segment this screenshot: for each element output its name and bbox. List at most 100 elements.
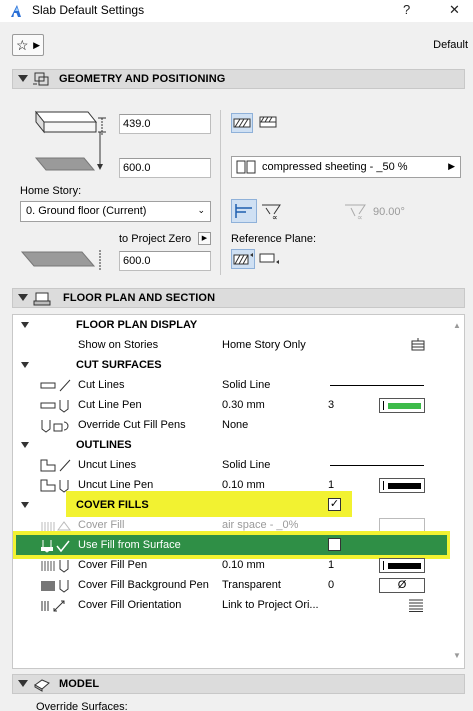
line-type-preview — [330, 385, 424, 386]
close-button[interactable]: ✕ — [449, 2, 460, 18]
to-project-zero-label: to Project Zero — [119, 233, 192, 245]
section-floorplan-header[interactable]: FLOOR PLAN AND SECTION — [12, 288, 465, 308]
edge-angled-icon[interactable]: ∝ — [260, 200, 284, 222]
row-value[interactable]: Solid Line — [222, 379, 270, 391]
slab-offset-input[interactable]: 600.0 — [119, 158, 211, 178]
tree-scrollbar[interactable]: ▲ ▼ — [450, 315, 464, 668]
collapse-triangle-icon — [21, 322, 29, 328]
section-model-header[interactable]: MODEL — [12, 674, 465, 694]
pen-color-bar — [388, 403, 421, 409]
model-icon — [34, 679, 50, 692]
collapse-triangle-icon — [21, 502, 29, 508]
svg-text:∝: ∝ — [357, 213, 363, 222]
cover-fills-checkbox[interactable]: ✓ — [328, 498, 341, 511]
row-name: Cover Fill Orientation — [78, 599, 182, 611]
pen-number[interactable]: 1 — [328, 479, 334, 491]
tree-row-cut-line-pen[interactable]: Cut Line Pen 0.30 mm 3 — [13, 395, 451, 415]
pen-color-swatch[interactable] — [379, 478, 425, 493]
stories-icon[interactable] — [410, 338, 426, 352]
project-zero-input[interactable]: 600.0 — [119, 251, 211, 271]
tree-row-cover-fill-background-pen[interactable]: Cover Fill Background Pen Transparent 0 … — [13, 575, 451, 595]
tree-group-cut-surfaces[interactable]: CUT SURFACES — [13, 355, 451, 375]
project-zero-options-button[interactable]: ▶ — [198, 232, 211, 245]
group-label: FLOOR PLAN DISPLAY — [76, 319, 198, 331]
row-name: Cover Fill Background Pen — [78, 579, 209, 591]
scroll-down-icon[interactable]: ▼ — [453, 651, 461, 660]
reference-plane-bottom-icon[interactable] — [258, 250, 280, 268]
geometry-icon — [33, 72, 49, 86]
floor-plan-icon — [33, 292, 51, 306]
row-name: Uncut Line Pen — [78, 479, 154, 491]
structure-basic-button[interactable] — [231, 113, 253, 133]
vertical-divider — [220, 110, 221, 275]
pen-number[interactable]: 3 — [328, 399, 334, 411]
help-button[interactable]: ? — [403, 2, 410, 17]
use-fill-from-surface-icon — [41, 540, 70, 553]
row-value[interactable]: Transparent — [222, 579, 281, 591]
home-story-label: Home Story: — [20, 185, 82, 197]
orientation-lines-icon[interactable] — [408, 599, 424, 612]
pen-color-swatch[interactable] — [379, 558, 425, 573]
row-name: Use Fill from Surface — [78, 539, 181, 551]
edge-vertical-button[interactable] — [231, 199, 257, 223]
title-bar: Slab Default Settings ? ✕ — [0, 0, 473, 22]
pen-color-swatch[interactable] — [379, 398, 425, 413]
section-geometry-header[interactable]: GEOMETRY AND POSITIONING — [12, 69, 465, 89]
scroll-up-icon[interactable]: ▲ — [453, 321, 461, 330]
tree-row-cut-lines[interactable]: Cut Lines Solid Line — [13, 375, 451, 395]
window-title: Slab Default Settings — [32, 3, 145, 17]
basic-fill-icon — [233, 118, 251, 128]
tree-row-cover-fill-orientation[interactable]: Cover Fill Orientation Link to Project O… — [13, 595, 451, 615]
row-value[interactable]: 0.10 mm — [222, 479, 265, 491]
row-name: Cover Fill Pen — [78, 559, 148, 571]
section-geometry-title: GEOMETRY AND POSITIONING — [59, 73, 226, 85]
home-story-select[interactable]: 0. Ground floor (Current) ⌄ — [20, 201, 211, 222]
tree-row-override-cut-fill-pens[interactable]: Override Cut Fill Pens None — [13, 415, 451, 435]
archicad-logo-icon — [11, 5, 21, 17]
use-fill-from-surface-checkbox[interactable]: ✓ — [328, 538, 341, 551]
collapse-triangle-icon — [18, 75, 28, 82]
row-value[interactable]: Link to Project Ori... — [222, 599, 319, 611]
group-label: OUTLINES — [76, 439, 132, 451]
reference-plane-top-icon — [233, 253, 253, 265]
row-name: Cover Fill — [78, 519, 125, 531]
tree-row-show-on-stories[interactable]: Show on Stories Home Story Only — [13, 335, 451, 355]
structure-composite-button[interactable] — [258, 113, 280, 133]
composite-value: compressed sheeting - _50 % — [262, 161, 408, 173]
pen-number[interactable]: 1 — [328, 559, 334, 571]
tree-group-outlines[interactable]: OUTLINES — [13, 435, 451, 455]
pen-number[interactable]: 0 — [328, 579, 334, 591]
transparent-pen-swatch[interactable]: Ø — [379, 578, 425, 593]
collapse-triangle-icon — [21, 442, 29, 448]
section-floorplan-title: FLOOR PLAN AND SECTION — [63, 292, 216, 304]
row-value[interactable]: 0.30 mm — [222, 399, 265, 411]
row-name: Uncut Lines — [78, 459, 137, 471]
collapse-triangle-icon — [21, 362, 29, 368]
star-icon: ☆ — [16, 37, 29, 53]
row-name: Show on Stories — [78, 339, 159, 351]
favorites-button[interactable]: ☆ ▶ — [12, 34, 44, 56]
tree-row-cover-fill-pen[interactable]: Cover Fill Pen 0.10 mm 1 — [13, 555, 451, 575]
tree-group-floor-plan-display[interactable]: FLOOR PLAN DISPLAY — [13, 315, 451, 335]
row-value[interactable]: 0.10 mm — [222, 559, 265, 571]
slab-thickness-diagram-icon — [34, 110, 106, 171]
background-pen-icon — [41, 580, 69, 593]
slab-thickness-input[interactable]: 439.0 — [119, 114, 211, 134]
edge-angle-custom-icon: ∝ — [345, 204, 366, 222]
group-label: CUT SURFACES — [76, 359, 162, 371]
tree-group-cover-fills[interactable]: COVER FILLS ✓ — [13, 495, 451, 515]
row-value[interactable]: Home Story Only — [222, 339, 306, 351]
slab-default-settings-dialog: Slab Default Settings ? ✕ ☆ ▶ Default GE… — [0, 0, 473, 711]
reference-plane-top-button[interactable] — [231, 249, 255, 269]
edge-angle-value[interactable]: 90.00° — [373, 206, 405, 218]
fill-orientation-icon — [41, 600, 65, 612]
section-model-title: MODEL — [59, 678, 100, 690]
row-value[interactable]: None — [222, 419, 248, 431]
row-value[interactable]: Solid Line — [222, 459, 270, 471]
override-pens-icon — [41, 420, 69, 433]
composite-fill-icon — [259, 116, 277, 128]
tree-row-use-fill-from-surface[interactable]: Use Fill from Surface ✓ — [16, 535, 447, 555]
composite-select[interactable]: compressed sheeting - _50 % ▶ — [231, 156, 461, 178]
tree-row-uncut-lines[interactable]: Uncut Lines Solid Line — [13, 455, 451, 475]
composite-structure-icon — [236, 160, 256, 174]
